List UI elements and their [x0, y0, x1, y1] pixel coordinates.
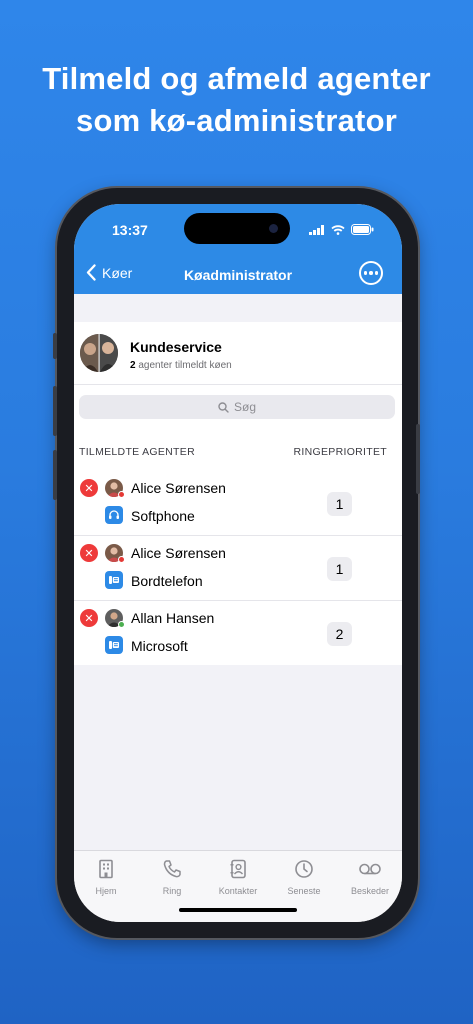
device-label: Microsoft: [131, 638, 188, 654]
queue-header: Kundeservice 2 agenter tilmeldt køen: [74, 322, 402, 384]
tab-ring[interactable]: Ring: [140, 859, 204, 896]
remove-agent-button[interactable]: ✕: [80, 609, 98, 627]
headset-icon: [105, 506, 123, 524]
priority-badge[interactable]: 2: [327, 622, 352, 646]
status-time: 13:37: [112, 222, 148, 238]
search-icon: [218, 401, 229, 413]
tab-home[interactable]: Hjem: [74, 859, 138, 896]
camera-icon: [269, 224, 278, 233]
search-section: Søg: [74, 384, 402, 431]
desk-phone-icon: [105, 636, 123, 654]
tab-label: Hjem: [95, 886, 117, 896]
phone-screen: 13:37 Køer Køadministrator Kundeservice …: [74, 204, 402, 922]
headline-line-1: Tilmeld og afmeld agenter: [42, 61, 431, 96]
ellipsis-circle-icon: [363, 271, 368, 275]
tab-messages[interactable]: Beskeder: [338, 859, 402, 896]
agent-name: Allan Hansen: [131, 610, 215, 626]
navigation-header: 13:37 Køer Køadministrator: [74, 204, 402, 294]
presence-indicator: [118, 491, 125, 498]
ellipsis-dot: [369, 271, 373, 275]
signal-icon: [309, 224, 324, 235]
tab-recent[interactable]: Seneste: [272, 859, 336, 896]
phone-icon: [163, 860, 181, 878]
tab-contacts[interactable]: Kontakter: [206, 859, 270, 896]
contacts-book-icon: [230, 859, 246, 879]
agent-list: TILMELDTE AGENTER RINGEPRIORITET ✕ Alice…: [74, 430, 402, 665]
queue-avatar: [80, 334, 118, 372]
agent-name: Alice Sørensen: [131, 545, 226, 561]
phone-side-button: [53, 386, 57, 436]
phone-side-button: [416, 424, 420, 494]
tab-label: Ring: [162, 886, 182, 896]
ellipsis-dot: [374, 271, 379, 275]
agent-name: Alice Sørensen: [131, 480, 226, 496]
headline-line-2: som kø-administrator: [76, 103, 397, 138]
remove-agent-button[interactable]: ✕: [80, 544, 98, 562]
page-title: Køadministrator: [183, 267, 293, 283]
device-label: Bordtelefon: [131, 573, 203, 589]
search-placeholder: Søg: [233, 400, 256, 414]
home-indicator[interactable]: [179, 908, 297, 912]
device-label: Softphone: [131, 508, 195, 524]
more-options-button[interactable]: [359, 261, 383, 285]
remove-agent-button[interactable]: ✕: [80, 479, 98, 497]
agent-count-text: agenter tilmeldt køen: [138, 360, 232, 371]
column-header-priority: RINGEPRIORITET: [293, 446, 387, 458]
tab-label: Beskeder: [350, 886, 390, 896]
presence-indicator: [118, 556, 125, 563]
priority-badge[interactable]: 1: [327, 557, 352, 581]
agent-count-number: 2: [130, 360, 136, 371]
tab-label: Kontakter: [218, 886, 258, 896]
battery-icon: [351, 224, 374, 235]
desk-phone-icon: [105, 571, 123, 589]
wifi-icon: [331, 224, 345, 235]
table-row: ✕ Alice Sørensen Softphone 1: [74, 471, 402, 536]
building-icon: [99, 859, 113, 879]
clock-icon: [295, 860, 313, 878]
phone-side-button: [53, 450, 57, 500]
column-header-agents: TILMELDTE AGENTER: [79, 446, 195, 458]
headline: Tilmeld og afmeld agenter som kø-adminis…: [0, 58, 473, 142]
presence-indicator: [118, 621, 125, 628]
tab-label: Seneste: [287, 886, 321, 896]
voicemail-icon: [359, 863, 381, 875]
group-avatar-icon: [80, 334, 118, 372]
queue-name: Kundeservice: [130, 339, 222, 355]
priority-badge[interactable]: 1: [327, 492, 352, 516]
table-row: ✕ Alice Sørensen Bordtelefon 1: [74, 536, 402, 601]
status-icons: [309, 224, 374, 235]
dynamic-island: [184, 213, 290, 244]
search-input[interactable]: Søg: [79, 395, 395, 419]
table-row: ✕ Allan Hansen Microsoft 2: [74, 601, 402, 665]
phone-side-button: [53, 333, 57, 359]
queue-agent-count: 2 agenter tilmeldt køen: [130, 360, 232, 371]
